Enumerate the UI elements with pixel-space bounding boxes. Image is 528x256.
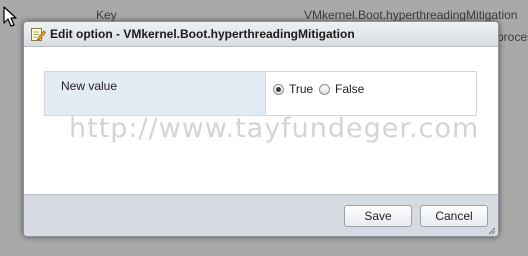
dialog-footer: Save Cancel	[24, 194, 498, 236]
mouse-pointer-icon	[3, 6, 17, 27]
false-radio-button[interactable]	[319, 83, 330, 95]
false-radio-label: False	[335, 82, 365, 96]
new-value-label: New value	[61, 79, 118, 93]
property-value-cell: True False	[266, 72, 476, 115]
property-label-cell: New value	[45, 72, 266, 115]
watermark-text: http://www.tayfundeger.com	[69, 113, 480, 144]
save-button[interactable]: Save	[344, 205, 412, 227]
true-radio-button[interactable]	[273, 83, 284, 95]
dialog-titlebar[interactable]: Edit option - VMkernel.Boot.hyperthreadi…	[24, 22, 498, 47]
dialog-title: Edit option - VMkernel.Boot.hyperthreadi…	[50, 27, 355, 41]
resize-grip-icon[interactable]	[487, 226, 496, 235]
background-value-text: VMkernel.Boot.hyperthreadingMitigation	[304, 8, 518, 22]
false-radio-option[interactable]: False	[319, 82, 364, 96]
background-key-header: Key	[96, 8, 117, 22]
edit-note-icon	[31, 28, 46, 41]
edit-option-dialog: Edit option - VMkernel.Boot.hyperthreadi…	[23, 21, 499, 237]
dialog-content: New value True False http://www.tayfunde…	[24, 47, 498, 193]
property-table: New value True False	[44, 71, 477, 116]
true-radio-label: True	[289, 82, 314, 96]
cancel-button[interactable]: Cancel	[420, 205, 488, 227]
background-description-fragment: proces	[497, 30, 528, 44]
true-radio-option[interactable]: True	[273, 82, 313, 96]
